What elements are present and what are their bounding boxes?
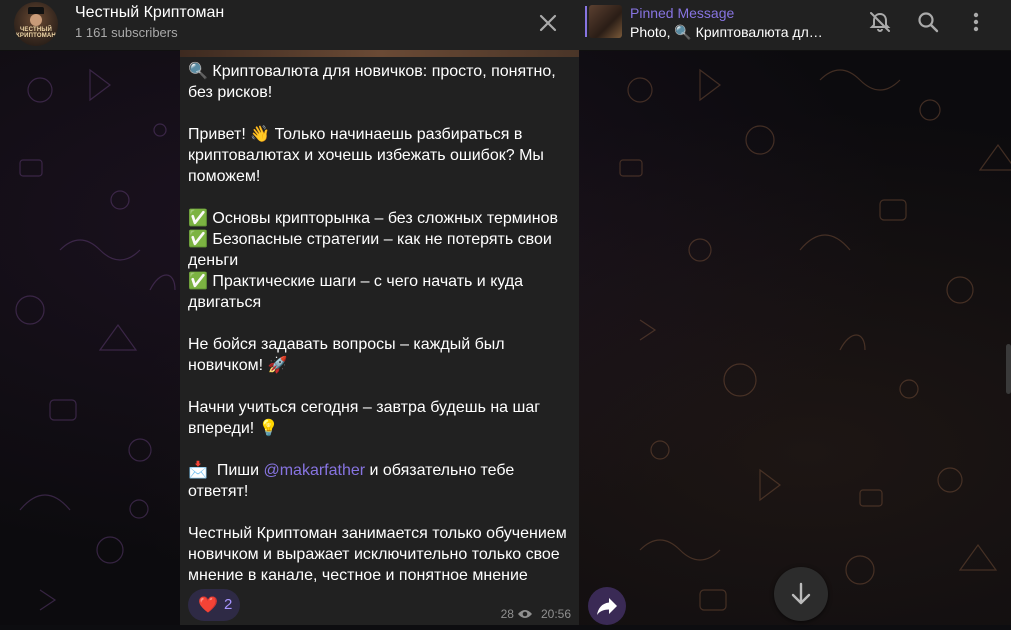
arrow-down-icon [791,582,811,605]
message-line: ✅ Безопасные стратегии – как не потерять… [188,231,552,248]
message-line: поможем! [188,168,261,185]
message-line: Привет! 👋 Только начинаешь разбираться в [188,126,523,143]
pinned-label[interactable]: Pinned Message [630,5,734,21]
pinned-preview[interactable]: Photo, 🔍 Криптовалюта дл… [630,24,823,41]
message-line: ответят! [188,483,249,500]
message-photo[interactable] [180,50,579,57]
eye-icon [517,610,532,618]
heart-emoji: ❤️ [198,597,218,614]
forward-button[interactable] [588,587,626,625]
chat-header: ЧЕСТНЫЙ КРИПТОМАН Честный Криптоман 1 16… [0,0,1011,51]
more-button[interactable] [963,9,989,35]
message-line: Начни учиться сегодня – завтра будешь на… [188,399,541,416]
search-button[interactable] [915,9,941,35]
message-meta: 28 20:56 [501,607,571,621]
avatar-logo: ЧЕСТНЫЙ КРИПТОМАН [14,27,58,39]
pinned-thumbnail[interactable] [589,5,622,38]
channel-title[interactable]: Честный Криптоман [75,4,224,22]
message-line: впереди! 💡 [188,420,279,437]
forward-icon [597,598,617,615]
search-icon [918,12,939,33]
more-vertical-icon [973,12,979,32]
scroll-down-button[interactable] [774,567,828,621]
message-line-part: и обязательно тебе [365,462,515,479]
message-line: 🔍 Криптовалюта для новичков: просто, пон… [188,63,556,80]
message-line: Честный Криптоман занимается только обуч… [188,525,567,542]
message-text: 🔍 Криптовалюта для новичков: просто, пон… [188,61,573,607]
reaction-count: 2 [224,596,233,613]
message-time: 20:56 [540,607,571,621]
close-button[interactable] [534,8,562,36]
message-line-part: 📩 Пиши [188,462,264,479]
channel-avatar[interactable]: ЧЕСТНЫЙ КРИПТОМАН [14,2,58,46]
message-line: ✅ Практические шаги – с чего начать и ку… [188,273,524,290]
scrollbar-handle[interactable] [1006,344,1011,394]
message-line: ✅ Основы крипторынка – без сложных терми… [188,210,558,227]
subscriber-count: 1 161 subscribers [75,25,178,40]
view-count: 28 [500,607,514,621]
pinned-bar-indicator [585,6,587,37]
avatar-hat [28,7,44,14]
mention-link[interactable]: @makarfather [263,462,365,479]
message-line: новичком и выражает исключительно только… [188,546,560,563]
message-line: новичком! 🚀 [188,357,288,374]
message-line: деньги [188,252,239,269]
message-line: 📩 Пиши @makarfather и обязательно тебе [188,460,573,481]
bell-off-icon [869,12,891,32]
close-icon [539,14,557,32]
avatar-logo-line2: КРИПТОМАН [16,33,56,39]
mute-button[interactable] [867,9,893,35]
message-line: Не бойся задавать вопросы – каждый был [188,336,505,353]
channel-message[interactable]: 🔍 Криптовалюта для новичков: просто, пон… [180,50,579,625]
message-line: мнение в канале, честное и понятное мнен… [188,567,528,584]
message-line: двигаться [188,294,262,311]
message-line: без рисков! [188,84,273,101]
message-line: криптовалютах и хочешь избежать ошибок? … [188,147,544,164]
avatar-face [30,14,42,26]
reaction-heart[interactable]: ❤️ 2 [188,589,240,621]
